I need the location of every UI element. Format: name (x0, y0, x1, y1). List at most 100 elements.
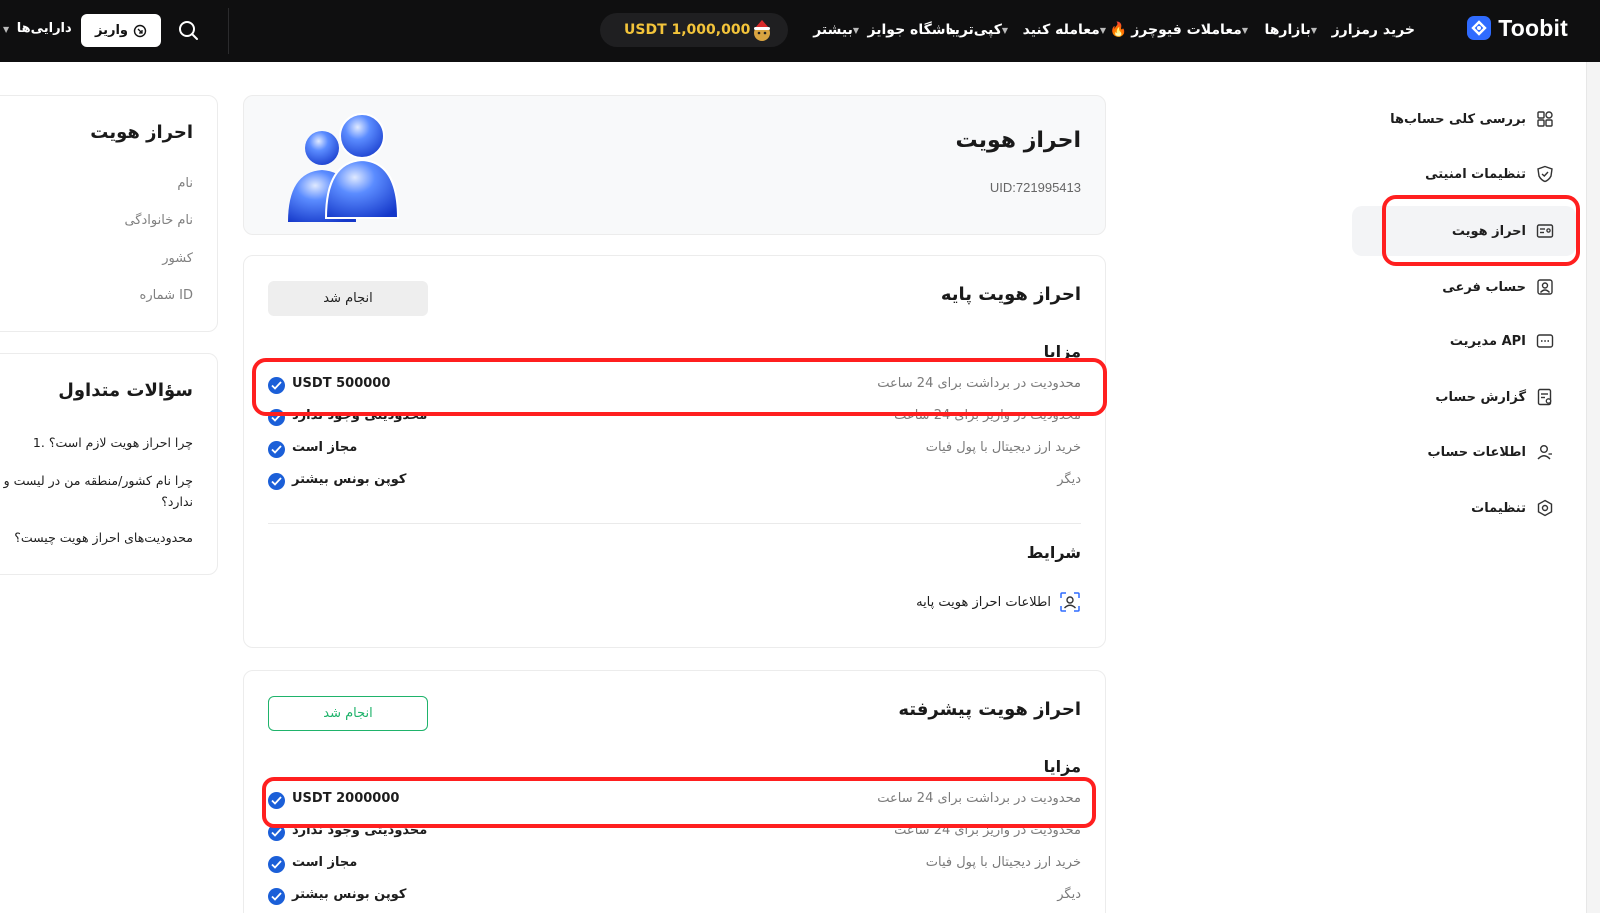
identity-info-title: احراز هویت (90, 122, 193, 143)
basic-kyc-title: احراز هویت پایه (940, 284, 1081, 305)
sidebar-item-security[interactable]: تنظیمات امنیتی (1314, 149, 1554, 199)
page-title: احراز هویت (955, 128, 1081, 153)
brand-name: Toobit (1498, 14, 1568, 41)
chevron-down-icon: ▼ (3, 25, 10, 34)
nav-trade[interactable]: معامله کنید ▼ (1023, 18, 1110, 42)
balance-amount: USDT 1,000,000 (624, 22, 751, 38)
api-icon (1536, 334, 1554, 348)
user-uid: UID:721995413 (989, 180, 1081, 195)
chevron-down-icon: ▼ (1241, 25, 1248, 35)
nav-label: معامله کنید (1022, 22, 1100, 38)
mascot-icon (754, 20, 770, 41)
user-icon (1537, 445, 1552, 460)
sidebar-item-label: اطلاعات حساب (1427, 444, 1526, 460)
topbar-divider (228, 8, 229, 54)
nav-rewards-club[interactable]: باشگاه جوایز (868, 18, 956, 42)
deposit-icon (133, 24, 147, 37)
benefit-row: خرید ارز دیجیتال با پول فیات مجاز است (268, 438, 1081, 460)
sub-account-icon (1537, 279, 1553, 295)
advanced-kyc-status-button[interactable]: انجام شد (268, 696, 428, 731)
condition-label: اطلاعات احراز هویت پایه (916, 594, 1051, 610)
sidebar-item-api[interactable]: مدیریت API (1314, 316, 1554, 366)
annotation-highlight-basic-withdrawal (252, 358, 1107, 416)
nav-markets[interactable]: بازارها ▼ (1264, 18, 1321, 42)
assets-menu[interactable]: ▼ دارایی‌ها (3, 21, 72, 36)
nav-futures[interactable]: 🔥 معاملات فیوچرز ▼ (1106, 18, 1252, 42)
check-circle-icon (268, 441, 285, 458)
sidebar-item-sub-account[interactable]: حساب فرعی (1314, 262, 1554, 312)
benefit-value: مجاز است (292, 855, 358, 870)
deposit-button[interactable]: واریز (81, 14, 161, 47)
users-illustration-icon (288, 113, 400, 222)
basic-kyc-status-button[interactable]: انجام شد (268, 281, 428, 316)
benefit-key: خرید ارز دیجیتال با پول فیات (925, 855, 1081, 870)
field-country: کشور (162, 251, 193, 266)
chevron-down-icon: ▼ (1099, 25, 1106, 35)
nav-label: خرید رمزارز (1331, 22, 1415, 38)
dashboard-icon (1537, 111, 1553, 127)
check-circle-icon (268, 473, 285, 490)
benefit-row: خرید ارز دیجیتال با پول فیات مجاز است (268, 853, 1081, 875)
identity-info-card: احراز هویت نام نام خانوادگی کشور شماره I… (0, 95, 218, 332)
brand[interactable]: Toobit (1466, 12, 1568, 44)
scrollbar-track[interactable] (1586, 62, 1600, 913)
faq-question-2-line-1[interactable]: چرا نام کشور/منطقه من در لیست و (4, 470, 193, 491)
sidebar-item-label: حساب فرعی (1442, 279, 1526, 295)
advanced-kyc-title: احراز هویت پیشرفته (898, 699, 1081, 720)
sidebar-item-label: گزارش حساب (1435, 389, 1526, 405)
chevron-down-icon: ▼ (1310, 25, 1317, 35)
field-first-name: نام (177, 176, 193, 191)
nav-label: معاملات فیوچرز (1131, 22, 1242, 38)
top-navigation-bar: Toobit خرید رمزارز بازارها ▼ 🔥 معاملات ف… (0, 0, 1600, 62)
toobit-logo-icon (1467, 16, 1492, 40)
assets-label: دارایی‌ها (16, 21, 72, 36)
nav-buy-crypto[interactable]: خرید رمزارز (1332, 18, 1415, 42)
field-last-name: نام خانوادگی (124, 213, 193, 228)
faq-question-1[interactable]: 1. چرا احراز هویت لازم است؟ (33, 432, 193, 453)
deposit-label: واریز (95, 23, 128, 38)
sidebar-item-label: مدیریت API (1449, 333, 1526, 349)
annotation-highlight-advanced-withdrawal (262, 777, 1096, 828)
check-circle-icon (268, 888, 285, 905)
face-scan-icon (1060, 592, 1080, 612)
benefit-value: کوپن بونس بیشتر (292, 887, 407, 902)
nav-label: بازارها (1264, 22, 1311, 38)
sidebar-item-account-info[interactable]: اطلاعات حساب (1314, 427, 1554, 477)
benefit-value: مجاز است (292, 440, 358, 455)
shield-icon (1537, 165, 1553, 183)
sidebar-item-overview[interactable]: بررسی کلی حساب‌ها (1314, 94, 1554, 144)
conditions-heading: شرایط (1026, 543, 1081, 562)
benefit-row: دیگر کوپن بونس بیشتر (268, 470, 1081, 492)
balance-pill[interactable]: USDT 1,000,000 (600, 13, 788, 47)
benefits-heading: مزایا (1043, 757, 1081, 776)
sidebar-item-label: تنظیمات امنیتی (1425, 166, 1526, 182)
nav-copy-trade[interactable]: کپی‌ترید ▼ (947, 18, 1013, 42)
sidebar-item-settings[interactable]: تنظیمات (1314, 483, 1554, 533)
condition-item[interactable]: اطلاعات احراز هویت پایه (916, 591, 1081, 613)
faq-title: سؤالات متداول (58, 380, 193, 401)
chevron-down-icon: ▼ (852, 25, 859, 35)
faq-card: سؤالات متداول 1. چرا احراز هویت لازم است… (0, 353, 218, 575)
report-icon (1537, 388, 1552, 406)
field-id-number: شماره ID (139, 288, 193, 303)
fire-icon: 🔥 (1109, 22, 1128, 38)
annotation-highlight-sidebar (1382, 195, 1580, 266)
check-circle-icon (268, 856, 285, 873)
sidebar-item-account-report[interactable]: گزارش حساب (1314, 372, 1554, 422)
sidebar-item-label: بررسی کلی حساب‌ها (1390, 111, 1526, 127)
benefit-value: کوپن بونس بیشتر (292, 472, 407, 487)
identity-header-card: احراز هویت UID:721995413 (243, 95, 1106, 235)
nav-more[interactable]: بیشتر ▼ (813, 18, 863, 42)
benefit-key: دیگر (1057, 472, 1081, 487)
chevron-down-icon: ▼ (1001, 25, 1008, 35)
basic-kyc-card: احراز هویت پایه انجام شد مزایا محدودیت د… (243, 255, 1106, 648)
benefit-row: دیگر کوپن بونس بیشتر (268, 885, 1081, 907)
benefit-key: دیگر (1057, 887, 1081, 902)
faq-question-3[interactable]: محدودیت‌های احراز هویت چیست؟ (14, 527, 193, 548)
sidebar-item-label: تنظیمات (1471, 500, 1526, 516)
settings-icon (1537, 499, 1553, 517)
faq-question-2-line-2[interactable]: ندارد؟ (161, 491, 193, 512)
nav-label: باشگاه جوایز (867, 22, 956, 38)
search-icon[interactable] (176, 18, 202, 44)
divider (268, 523, 1081, 524)
